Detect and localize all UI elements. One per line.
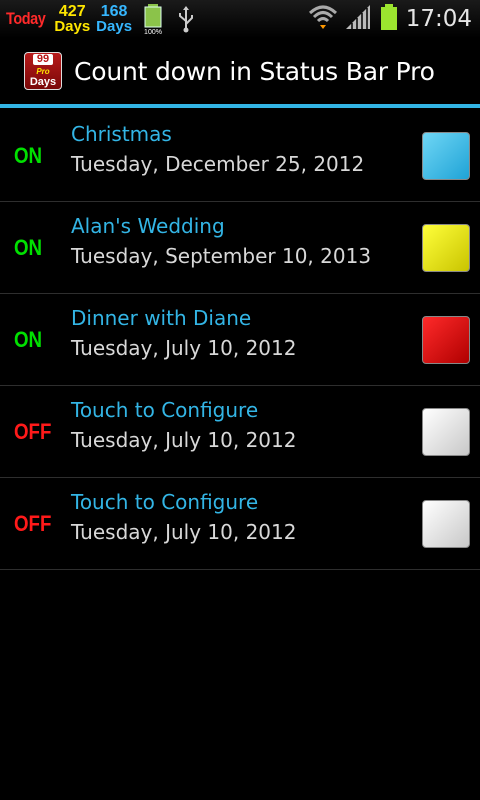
usb-icon — [176, 5, 196, 33]
color-swatch[interactable] — [422, 132, 470, 180]
event-date: Tuesday, December 25, 2012 — [71, 152, 365, 176]
app-icon-number: 99 — [32, 54, 54, 65]
signal-icon — [344, 3, 372, 35]
event-date: Tuesday, September 10, 2013 — [71, 244, 372, 268]
state-toggle[interactable]: ON — [14, 110, 42, 202]
color-swatch[interactable] — [422, 224, 470, 272]
event-list: ON Christmas Tuesday, December 25, 2012 … — [0, 110, 480, 570]
event-name: Christmas — [71, 122, 172, 146]
status-right-group: 17:04 — [308, 0, 472, 38]
list-item[interactable]: ON Christmas Tuesday, December 25, 2012 — [0, 110, 480, 202]
today-label: Today — [6, 9, 46, 28]
battery-notification-icon: 100% — [142, 2, 164, 36]
event-name: Touch to Configure — [71, 490, 259, 514]
counter-2: 168 Days — [96, 3, 133, 35]
state-toggle[interactable]: ON — [14, 294, 42, 386]
counter-1-unit: Days — [54, 18, 91, 35]
app-icon: 99 Pro Days — [24, 52, 62, 90]
action-bar: 99 Pro Days Count down in Status Bar Pro — [0, 38, 480, 108]
event-name: Alan's Wedding — [71, 214, 225, 238]
state-toggle[interactable]: OFF — [14, 478, 51, 570]
list-item[interactable]: OFF Touch to Configure Tuesday, July 10,… — [0, 386, 480, 478]
page-title: Count down in Status Bar Pro — [74, 56, 435, 86]
event-date: Tuesday, July 10, 2012 — [71, 428, 297, 452]
state-toggle[interactable]: ON — [14, 202, 42, 294]
event-date: Tuesday, July 10, 2012 — [71, 520, 297, 544]
wifi-icon — [308, 3, 338, 35]
counter-1: 427 Days — [54, 3, 91, 35]
color-swatch[interactable] — [422, 316, 470, 364]
color-swatch[interactable] — [422, 408, 470, 456]
battery-percent-label: 100% — [144, 29, 162, 36]
list-item[interactable]: ON Alan's Wedding Tuesday, September 10,… — [0, 202, 480, 294]
app-icon-days: Days — [29, 76, 57, 88]
event-date: Tuesday, July 10, 2012 — [71, 336, 297, 360]
counter-2-unit: Days — [96, 18, 133, 35]
event-name: Touch to Configure — [71, 398, 259, 422]
counter-2-number: 168 — [100, 3, 128, 20]
clock: 17:04 — [405, 6, 472, 32]
event-name: Dinner with Diane — [71, 306, 252, 330]
list-item[interactable]: OFF Touch to Configure Tuesday, July 10,… — [0, 478, 480, 570]
counter-1-number: 427 — [58, 3, 86, 20]
battery-icon — [380, 3, 398, 35]
color-swatch[interactable] — [422, 500, 470, 548]
state-toggle[interactable]: OFF — [14, 386, 51, 478]
list-item[interactable]: ON Dinner with Diane Tuesday, July 10, 2… — [0, 294, 480, 386]
status-bar: Today 427 Days 168 Days 100% 17:04 — [0, 0, 480, 38]
